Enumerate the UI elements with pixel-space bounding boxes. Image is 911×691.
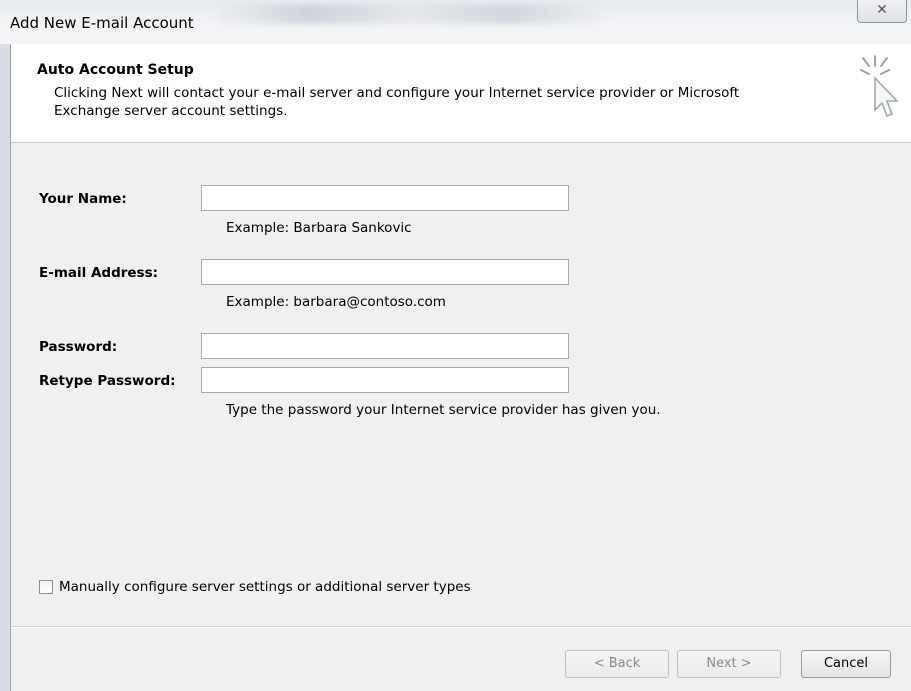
password-label: Password: [39, 339, 118, 355]
retype-password-input[interactable] [201, 367, 569, 393]
header-title: Auto Account Setup [37, 62, 194, 78]
retype-password-label: Retype Password: [39, 373, 176, 389]
dialog-body: Auto Account Setup Clicking Next will co… [10, 44, 911, 691]
password-hint: Type the password your Internet service … [226, 402, 661, 418]
close-icon: ✕ [876, 2, 888, 18]
your-name-label: Your Name: [39, 191, 127, 207]
window-title: Add New E-mail Account [10, 14, 194, 32]
title-bar: Add New E-mail Account ✕ [0, 0, 911, 44]
next-button[interactable]: Next > [677, 650, 781, 678]
your-name-input[interactable] [201, 185, 569, 211]
wizard-header: Auto Account Setup Clicking Next will co… [11, 44, 911, 143]
manual-config-label: Manually configure server settings or ad… [59, 579, 471, 595]
manual-config-option[interactable]: Manually configure server settings or ad… [39, 579, 471, 595]
cancel-button[interactable]: Cancel [801, 650, 891, 678]
back-button[interactable]: < Back [565, 650, 669, 678]
button-separator [11, 626, 911, 628]
email-address-label: E-mail Address: [39, 265, 159, 281]
header-description: Clicking Next will contact your e-mail s… [54, 85, 740, 119]
background-toolbar-blur [210, 4, 610, 24]
email-address-hint: Example: barbara@contoso.com [226, 294, 446, 310]
wizard-cursor-icon [860, 55, 899, 118]
close-button[interactable]: ✕ [857, 0, 907, 23]
password-input[interactable] [201, 333, 569, 359]
your-name-hint: Example: Barbara Sankovic [226, 220, 412, 236]
email-address-input[interactable] [201, 259, 569, 285]
manual-config-checkbox[interactable] [39, 580, 53, 594]
